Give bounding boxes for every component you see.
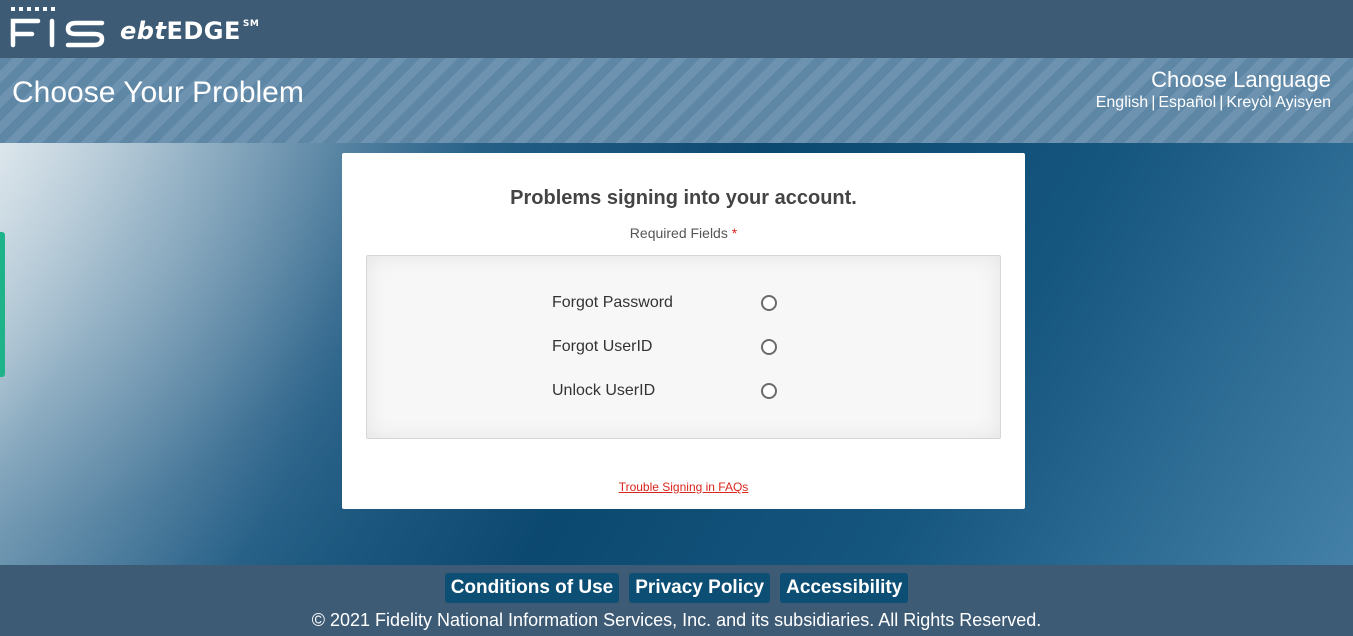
- option-label: Forgot UserID: [552, 338, 653, 355]
- main-content: Problems signing into your account. Requ…: [0, 143, 1353, 565]
- trouble-signing-faq-link[interactable]: Trouble Signing in FAQs: [342, 480, 1025, 494]
- copyright-text: © 2021 Fidelity National Information Ser…: [311, 610, 1042, 630]
- language-links: English | Español | Kreyòl Ayisyen: [1096, 94, 1331, 112]
- option-forgot-userid[interactable]: Forgot UserID: [552, 336, 812, 358]
- language-heading: Choose Language: [1151, 67, 1331, 92]
- card-title: Problems signing into your account.: [510, 187, 857, 209]
- problem-card: Problems signing into your account. Requ…: [342, 153, 1025, 509]
- conditions-of-use-link[interactable]: Conditions of Use: [444, 573, 620, 603]
- top-bar: ebtEDGE SM: [0, 0, 1353, 58]
- required-fields-note: Required Fields *: [629, 225, 738, 241]
- option-label: Forgot Password: [552, 294, 673, 311]
- language-link-english[interactable]: English: [1096, 94, 1148, 111]
- fis-ebtedge-logo[interactable]: ebtEDGE SM: [10, 6, 259, 50]
- language-separator: |: [1219, 94, 1224, 111]
- option-forgot-password[interactable]: Forgot Password: [552, 292, 812, 314]
- unlock-userid-radio[interactable]: [761, 383, 777, 399]
- ebtedge-wordmark: ebtEDGE SM: [120, 17, 260, 45]
- title-banner: Choose Your Problem Choose Language Engl…: [0, 58, 1353, 143]
- page-title: Choose Your Problem: [12, 76, 304, 109]
- forgot-userid-radio[interactable]: [761, 339, 777, 355]
- privacy-policy-link[interactable]: Privacy Policy: [629, 573, 771, 603]
- footer-links: Conditions of Use Privacy Policy Accessi…: [0, 573, 1353, 603]
- language-selector: Choose Language English | Español | Kreyòl A…: [1096, 68, 1331, 112]
- option-label: Unlock UserID: [552, 382, 656, 399]
- language-link-espanol[interactable]: Español: [1158, 94, 1216, 111]
- fis-logo-icon: [10, 7, 105, 48]
- language-link-kreyol[interactable]: Kreyòl Ayisyen: [1226, 94, 1331, 111]
- required-asterisk: *: [731, 225, 738, 241]
- side-feedback-tab[interactable]: [0, 232, 5, 377]
- option-unlock-userid[interactable]: Unlock UserID: [552, 380, 812, 402]
- problem-options-group: Forgot Password Forgot UserID Unlock Use…: [366, 255, 1001, 439]
- language-separator: |: [1151, 94, 1156, 111]
- accessibility-link[interactable]: Accessibility: [780, 573, 909, 603]
- forgot-password-radio[interactable]: [761, 295, 777, 311]
- footer: Conditions of Use Privacy Policy Accessi…: [0, 565, 1353, 636]
